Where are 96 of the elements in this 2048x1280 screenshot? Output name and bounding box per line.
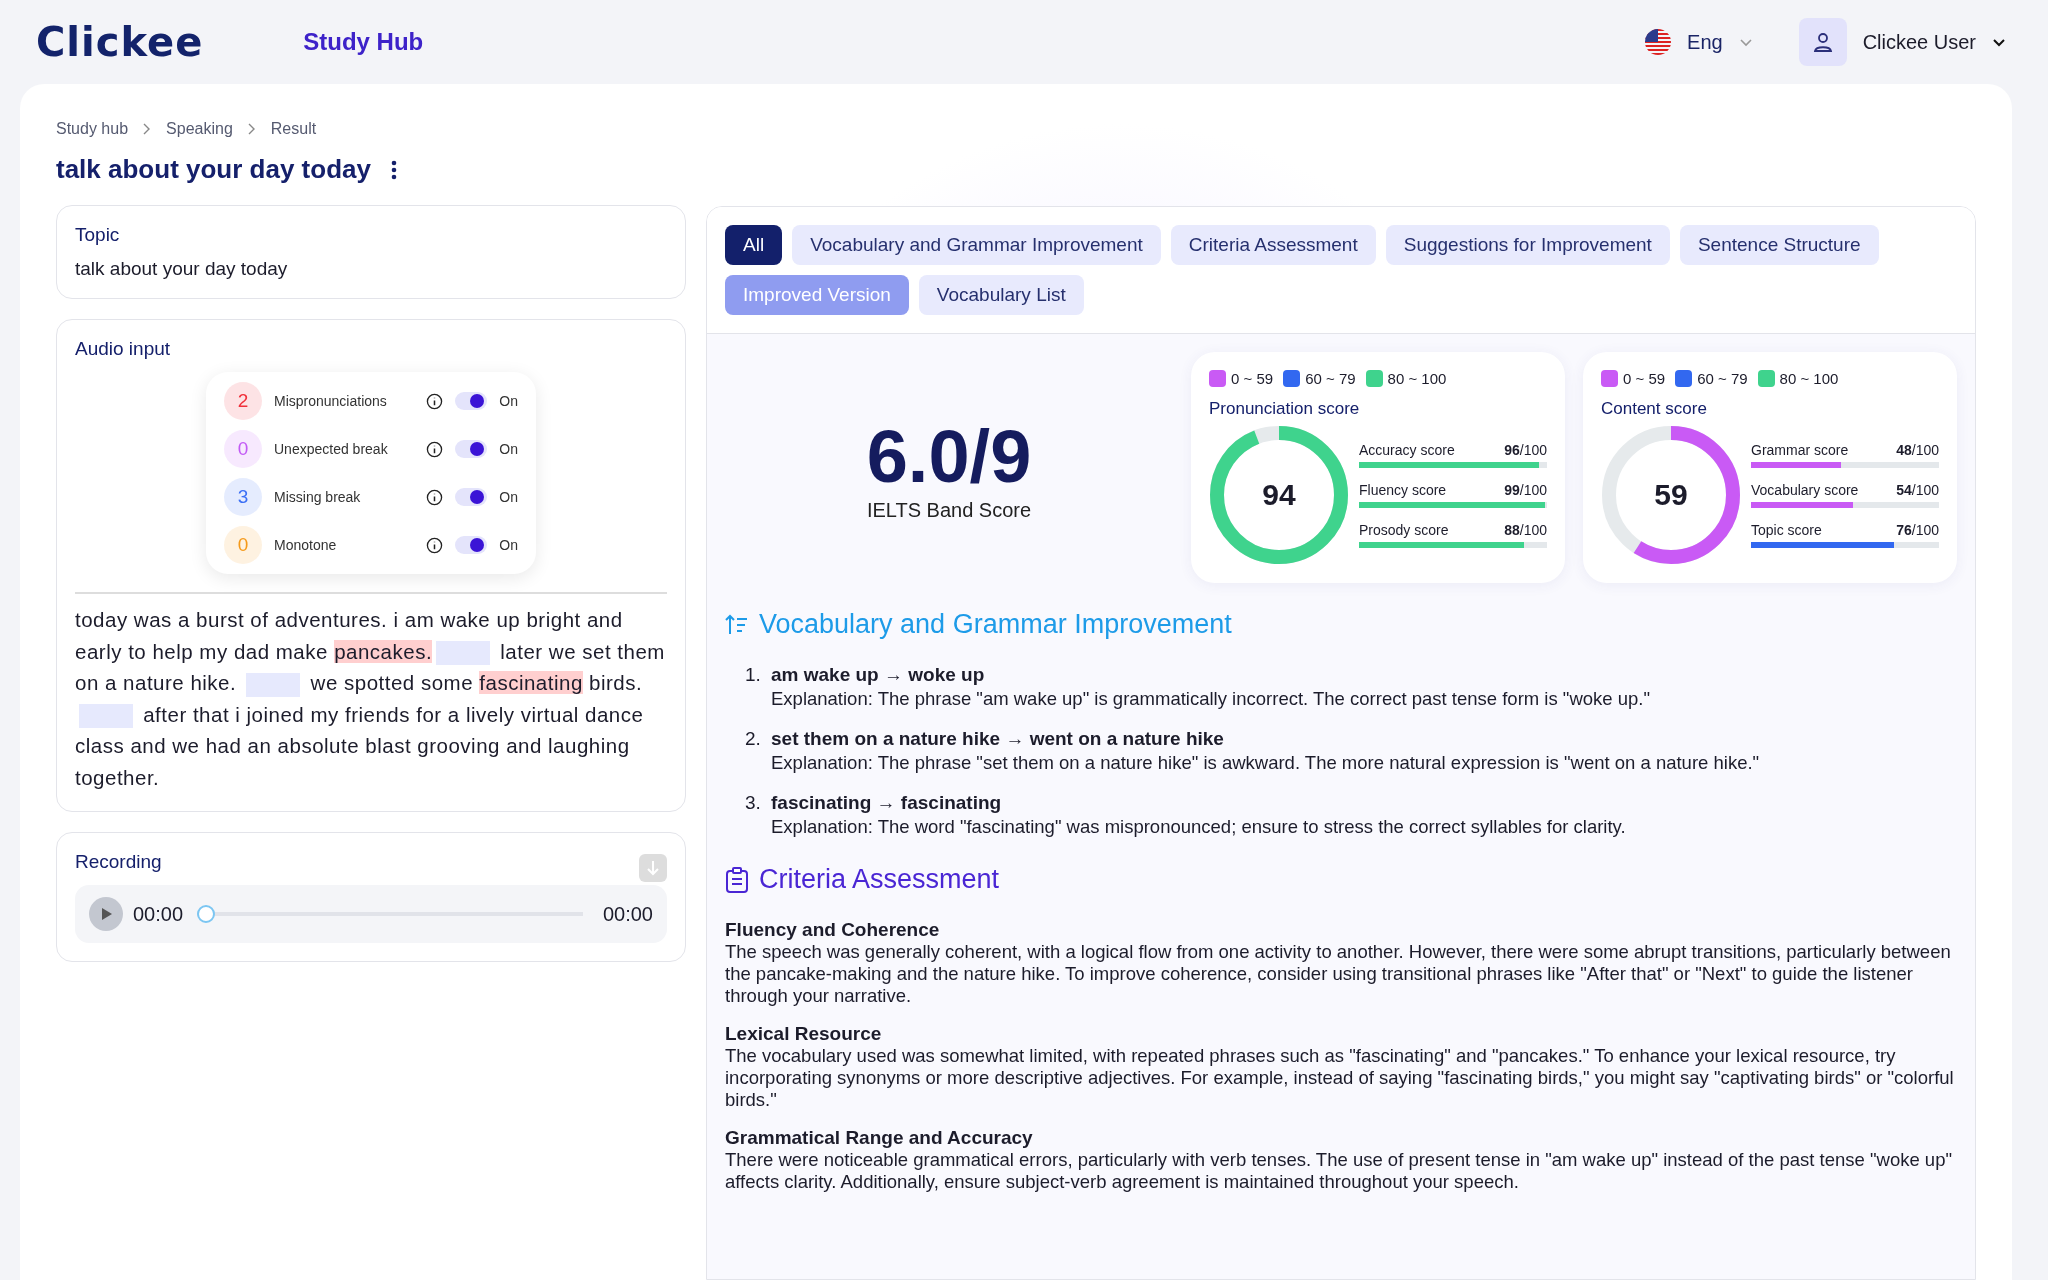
tab[interactable]: All bbox=[725, 225, 783, 265]
toggle-state: On bbox=[499, 537, 518, 553]
avatar bbox=[1798, 18, 1847, 66]
user-menu[interactable]: Clickee User bbox=[1792, 17, 2012, 67]
breadcrumb-link[interactable]: Speaking bbox=[166, 120, 233, 138]
flag-label: Unexpected break bbox=[274, 441, 389, 457]
count-badge: 0 bbox=[224, 430, 262, 468]
toggle-switch[interactable] bbox=[455, 392, 488, 410]
toggle-switch[interactable] bbox=[455, 488, 488, 506]
tab[interactable]: Sentence Structure bbox=[1679, 225, 1879, 265]
current-time: 00:00 bbox=[133, 902, 184, 926]
language-selector[interactable]: Eng bbox=[1639, 28, 1759, 56]
info-icon[interactable] bbox=[426, 488, 444, 506]
criterion-title: Fluency and Coherence bbox=[725, 919, 941, 941]
play-icon bbox=[99, 907, 113, 921]
nav-link[interactable]: Study Hub bbox=[303, 28, 424, 56]
count-badge: 0 bbox=[224, 526, 262, 564]
breadcrumb-link[interactable]: Study hub bbox=[56, 120, 129, 138]
score-label: Topic score bbox=[1751, 522, 1822, 538]
section-heading: Criteria Assessment bbox=[759, 864, 1000, 895]
toggle-state: On bbox=[499, 441, 518, 457]
breadcrumb-link[interactable]: Result bbox=[270, 120, 317, 138]
score-value: 76/100 bbox=[1896, 522, 1939, 538]
page-title: talk about your day today bbox=[56, 154, 371, 185]
score-title: Pronunciation score bbox=[1209, 399, 1361, 419]
info-icon[interactable] bbox=[426, 536, 444, 554]
band-score: 6.0/9 bbox=[866, 413, 1032, 499]
logo: Clickee bbox=[36, 19, 204, 65]
toggle-switch[interactable] bbox=[455, 440, 488, 458]
card-heading: Audio input bbox=[75, 338, 172, 360]
tab[interactable]: Vocabulary List bbox=[918, 275, 1084, 315]
criterion-text: The speech was generally coherent, with a logical flow from one activity to another. However, there were some abrupt transitions, particularly between the pancake-making and the nature hike. To improve coherence, consider using transitional phrases like "After that" or "Next" to guide the listener through your narrative. bbox=[725, 941, 1952, 1007]
card-heading: Recording bbox=[75, 851, 162, 873]
item-number: 3. bbox=[745, 792, 762, 815]
legend-label: 80 ~ 100 bbox=[1779, 370, 1839, 387]
flag-label: Mispronunciations bbox=[274, 393, 388, 409]
tab[interactable]: Suggestions for Improvement bbox=[1385, 225, 1670, 265]
score-label: Vocabulary score bbox=[1751, 482, 1859, 498]
legend-label: 0 ~ 59 bbox=[1623, 370, 1666, 387]
criterion-title: Grammatical Range and Accuracy bbox=[725, 1127, 1034, 1149]
total-score: 94 bbox=[1261, 477, 1297, 513]
score-value: 96/100 bbox=[1504, 442, 1547, 458]
total-time: 00:00 bbox=[602, 902, 653, 926]
more-icon[interactable] bbox=[390, 159, 397, 180]
band-label: IELTS Band Score bbox=[866, 498, 1032, 522]
criterion-title: Lexical Resource bbox=[725, 1023, 883, 1045]
break-marker bbox=[79, 704, 133, 729]
score-value: 54/100 bbox=[1896, 482, 1939, 498]
criterion-text: The vocabulary used was somewhat limited, with repeated phrases such as "fascinating" and "pancakes." To enhance your lexical resource, try incorporating synonyms or more descriptive adjectives. For example, instead of saying "fascinating birds," you might say "captivating birds" or "colorful birds." bbox=[725, 1045, 1955, 1111]
break-marker bbox=[246, 672, 301, 697]
score-value: 48/100 bbox=[1896, 442, 1939, 458]
item-explanation: Explanation: The word "fascinating" was mispronounced; ensure to stress the correct syllables for clarity. bbox=[771, 816, 1626, 838]
legend-label: 60 ~ 79 bbox=[1697, 370, 1748, 387]
legend-label: 0 ~ 59 bbox=[1231, 370, 1274, 387]
count-badge: 2 bbox=[224, 382, 262, 420]
toggle-state: On bbox=[499, 489, 518, 505]
toggle-state: On bbox=[499, 393, 518, 409]
item-title: fascinating → fascinating bbox=[771, 792, 1003, 814]
section-heading: Vocabulary and Grammar Improvement bbox=[759, 609, 1232, 640]
clipboard-icon bbox=[725, 866, 749, 893]
score-label: Grammar score bbox=[1751, 442, 1849, 458]
break-marker bbox=[436, 641, 491, 666]
slider-thumb[interactable] bbox=[197, 905, 216, 923]
topic-text: talk about your day today bbox=[75, 258, 289, 280]
item-number: 1. bbox=[745, 664, 762, 687]
flag-label: Monotone bbox=[274, 537, 338, 553]
criterion-text: There were noticeable grammatical errors, particularly with verb tenses. The use of present tense in "am wake up" instead of the past tense "woke up" affects clarity. Additionally, ensure subject-verb agreement is maintained throughout your speech. bbox=[725, 1149, 1953, 1193]
play-button[interactable] bbox=[89, 897, 123, 931]
item-title: am wake up → woke up bbox=[771, 664, 986, 686]
item-title: set them on a nature hike → went on a nature hike bbox=[771, 728, 1225, 750]
tab[interactable]: Vocabulary and Grammar Improvement bbox=[792, 225, 1161, 265]
toggle-switch[interactable] bbox=[455, 536, 488, 554]
item-number: 2. bbox=[745, 728, 762, 751]
transcript-text: today was a burst of adventures. i am wake up bright and early to help my dad make pancakes. later we set them on a nature hike. we spotted some fascinating birds. after that i joined my friends for a lively virtual dance class and we had an absolute blast grooving and laughing together. bbox=[75, 592, 667, 793]
score-label: Fluency score bbox=[1359, 482, 1447, 498]
flag-icon bbox=[1645, 29, 1672, 55]
sort-icon bbox=[725, 613, 749, 636]
flag-label: Missing break bbox=[274, 489, 362, 505]
card-heading: Topic bbox=[75, 224, 121, 246]
score-value: 88/100 bbox=[1504, 522, 1547, 538]
item-explanation: Explanation: The phrase "am wake up" is grammatically incorrect. The correct past tense form is "woke up." bbox=[771, 688, 1651, 710]
score-title: Content score bbox=[1601, 399, 1708, 419]
score-label: Accuracy score bbox=[1359, 442, 1455, 458]
total-score: 59 bbox=[1653, 477, 1689, 513]
score-value: 99/100 bbox=[1504, 482, 1547, 498]
info-icon[interactable] bbox=[426, 440, 444, 458]
legend-label: 80 ~ 100 bbox=[1387, 370, 1447, 387]
info-icon[interactable] bbox=[426, 392, 444, 410]
legend-label: 60 ~ 79 bbox=[1305, 370, 1356, 387]
count-badge: 3 bbox=[224, 478, 262, 516]
score-label: Prosody score bbox=[1359, 522, 1449, 538]
mispronounced-word: pancakes. bbox=[334, 639, 433, 663]
chevron-right-icon bbox=[246, 122, 257, 136]
tab[interactable]: Criteria Assessment bbox=[1170, 225, 1376, 265]
mispronounced-word: fascinating bbox=[479, 671, 583, 694]
item-explanation: Explanation: The phrase "set them on a nature hike" is awkward. The more natural expression is "went on a nature hike." bbox=[771, 752, 1760, 774]
